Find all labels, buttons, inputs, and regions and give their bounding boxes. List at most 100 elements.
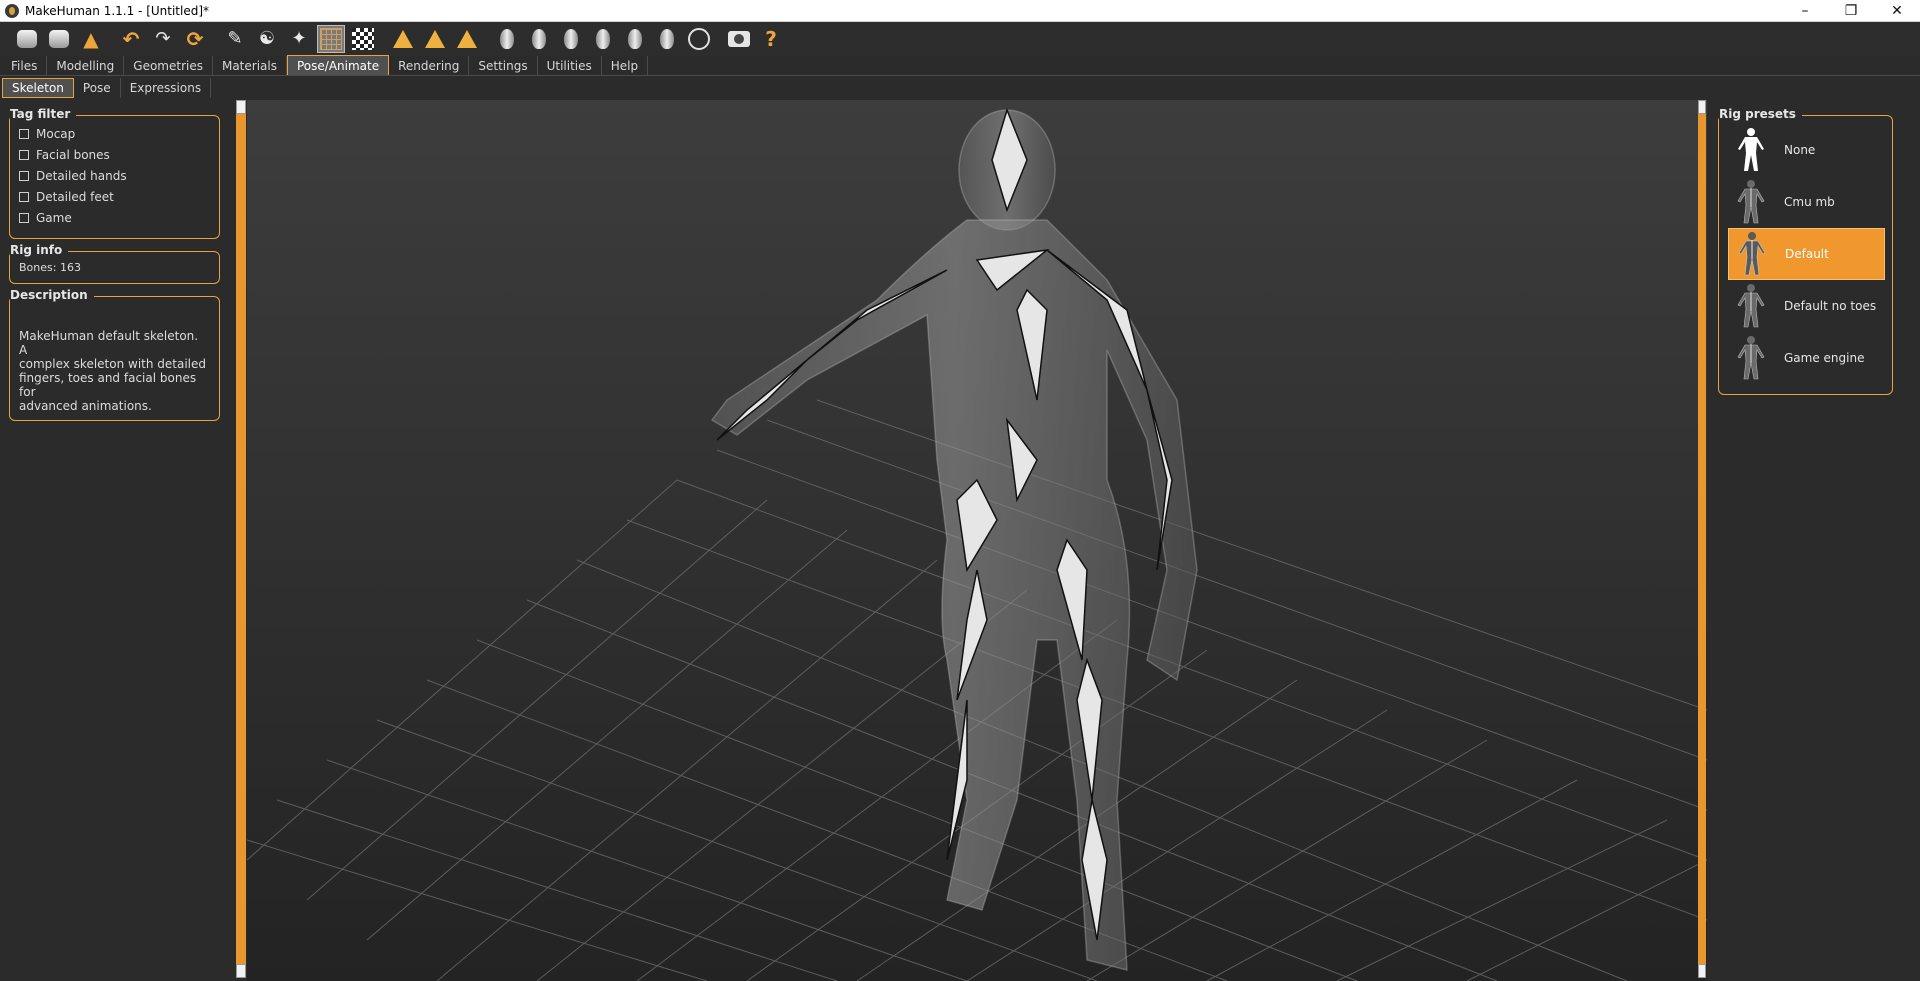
preset-game-engine[interactable]: Game engine [1728,332,1885,384]
feet-icon [660,29,674,49]
left-view-button[interactable] [557,25,585,53]
preset-label: Default [1785,247,1829,261]
symmetry-icon [457,30,477,48]
reset-camera-button[interactable] [685,25,713,53]
left-splitter[interactable] [236,100,246,978]
tab-geometries[interactable]: Geometries [124,56,213,75]
undo-all-button[interactable] [13,25,41,53]
export-icon: ▲ [83,27,99,51]
cmu-mb-skeleton-thumbnail [1728,177,1774,227]
grid-button[interactable] [317,25,345,53]
tag-label: Facial bones [36,147,110,162]
splitter-handle-top[interactable] [236,100,246,114]
window-controls: – ❐ ✕ [1782,0,1920,22]
preset-label: Default no toes [1784,299,1877,313]
tag-game[interactable]: Game [10,207,219,228]
head-left-icon [564,29,578,49]
checkbox[interactable] [19,212,29,223]
main-tabs: Files Modelling Geometries Materials Pos… [0,55,1920,76]
preset-none[interactable]: None [1728,124,1885,176]
right-view-button[interactable] [589,25,617,53]
redo-button[interactable]: ↷ [149,25,177,53]
preset-default[interactable]: Default [1728,228,1885,280]
symmetry-button[interactable] [453,25,481,53]
pose-button[interactable]: ✦ [285,25,313,53]
checkbox[interactable] [19,128,29,139]
screenshot-button[interactable] [725,25,753,53]
background-button[interactable] [349,25,377,53]
top-view-button[interactable] [621,25,649,53]
pose-icon: ✦ [291,28,307,49]
bottom-view-button[interactable] [653,25,681,53]
tag-mocap[interactable]: Mocap [10,123,219,144]
tag-label: Mocap [36,126,76,141]
tag-filter-group: Tag filter Mocap Facial bones Detailed h… [9,107,220,239]
tag-facial-bones[interactable]: Facial bones [10,144,219,165]
symmetry-left-icon [425,30,445,48]
tab-settings[interactable]: Settings [469,56,538,75]
none-skeleton-thumbnail [1728,125,1774,175]
left-panel: Tag filter Mocap Facial bones Detailed h… [0,100,232,981]
minimize-button[interactable]: – [1782,0,1828,22]
undo-button[interactable]: ↶ [117,25,145,53]
3d-viewport[interactable] [247,100,1707,981]
tab-rendering[interactable]: Rendering [389,56,470,75]
help-button[interactable]: ? [757,25,785,53]
front-view-button[interactable] [493,25,521,53]
splitter-handle-top[interactable] [1698,100,1706,114]
description-line: fingers, toes and facial bones for [19,371,197,399]
preset-label: Game engine [1784,351,1865,365]
description-group: Description MakeHuman default skeleton. … [9,288,220,421]
smooth-button[interactable]: ✎ [221,25,249,53]
wireframe-icon: ☯ [258,28,276,49]
splitter-handle-bottom[interactable] [1698,964,1706,978]
export-button[interactable]: ▲ [77,25,105,53]
tag-label: Game [36,210,72,225]
maximize-button[interactable]: ❐ [1828,0,1874,22]
rig-presets-title: Rig presets [1719,107,1802,121]
tag-detailed-feet[interactable]: Detailed feet [10,186,219,207]
human-model [710,109,1198,971]
default-no-toes-skeleton-thumbnail [1728,281,1774,331]
description-text: MakeHuman default skeleton. A complex sk… [10,329,219,413]
preset-cmu-mb[interactable]: Cmu mb [1728,176,1885,228]
close-button[interactable]: ✕ [1874,0,1920,22]
viewport-scene [247,107,1707,981]
preset-label: Cmu mb [1784,195,1835,209]
grid-icon [320,28,342,50]
save-button[interactable] [45,25,73,53]
preset-label: None [1784,143,1816,157]
tab-modelling[interactable]: Modelling [47,56,125,75]
head-back-icon [532,29,546,49]
tab-utilities[interactable]: Utilities [538,56,602,75]
subtab-expressions[interactable]: Expressions [121,78,212,98]
checkbox[interactable] [19,149,29,160]
default-skeleton-thumbnail [1729,229,1775,279]
subtab-skeleton[interactable]: Skeleton [2,78,74,98]
tab-pose-animate[interactable]: Pose/Animate [286,55,390,75]
back-view-button[interactable] [525,25,553,53]
description-line: complex skeleton with detailed [19,357,207,371]
tag-detailed-hands[interactable]: Detailed hands [10,165,219,186]
wireframe-button[interactable]: ☯ [253,25,281,53]
bones-count: Bones: 163 [19,261,81,274]
tab-materials[interactable]: Materials [213,56,287,75]
checkbox[interactable] [19,170,29,181]
tab-help[interactable]: Help [602,56,649,75]
subtab-pose[interactable]: Pose [74,78,121,98]
reset-button[interactable]: ⟳ [181,25,209,53]
right-panel: Rig presets None Cmu mb Default Default … [1708,100,1920,981]
preset-default-no-toes[interactable]: Default no toes [1728,280,1885,332]
symmetry-right-button[interactable] [389,25,417,53]
redo-icon: ↷ [155,28,171,49]
splitter-handle-bottom[interactable] [236,964,246,978]
right-splitter[interactable] [1698,100,1706,978]
checkbox[interactable] [19,191,29,202]
checker-icon [352,28,374,50]
tab-files[interactable]: Files [2,56,48,75]
reset-camera-icon [688,28,710,50]
reset-icon: ⟳ [186,27,204,51]
symmetry-left-button[interactable] [421,25,449,53]
toolbar: ▲ ↶ ↷ ⟳ ✎ ☯ ✦ ? [0,22,1920,56]
help-icon: ? [765,27,777,51]
